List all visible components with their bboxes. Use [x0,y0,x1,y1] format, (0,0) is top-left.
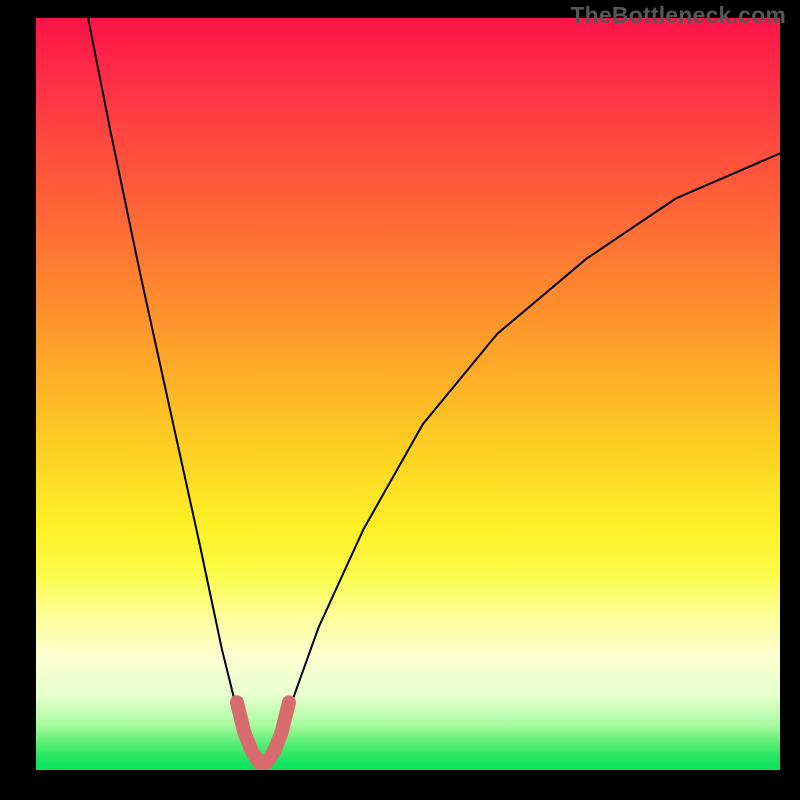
chart-frame: TheBottleneck.com [0,0,800,800]
optimal-zone-marker [237,702,289,762]
chart-svg [36,18,780,770]
watermark-text: TheBottleneck.com [570,2,786,29]
chart-plot-area [36,18,780,770]
bottleneck-curve [88,18,780,763]
